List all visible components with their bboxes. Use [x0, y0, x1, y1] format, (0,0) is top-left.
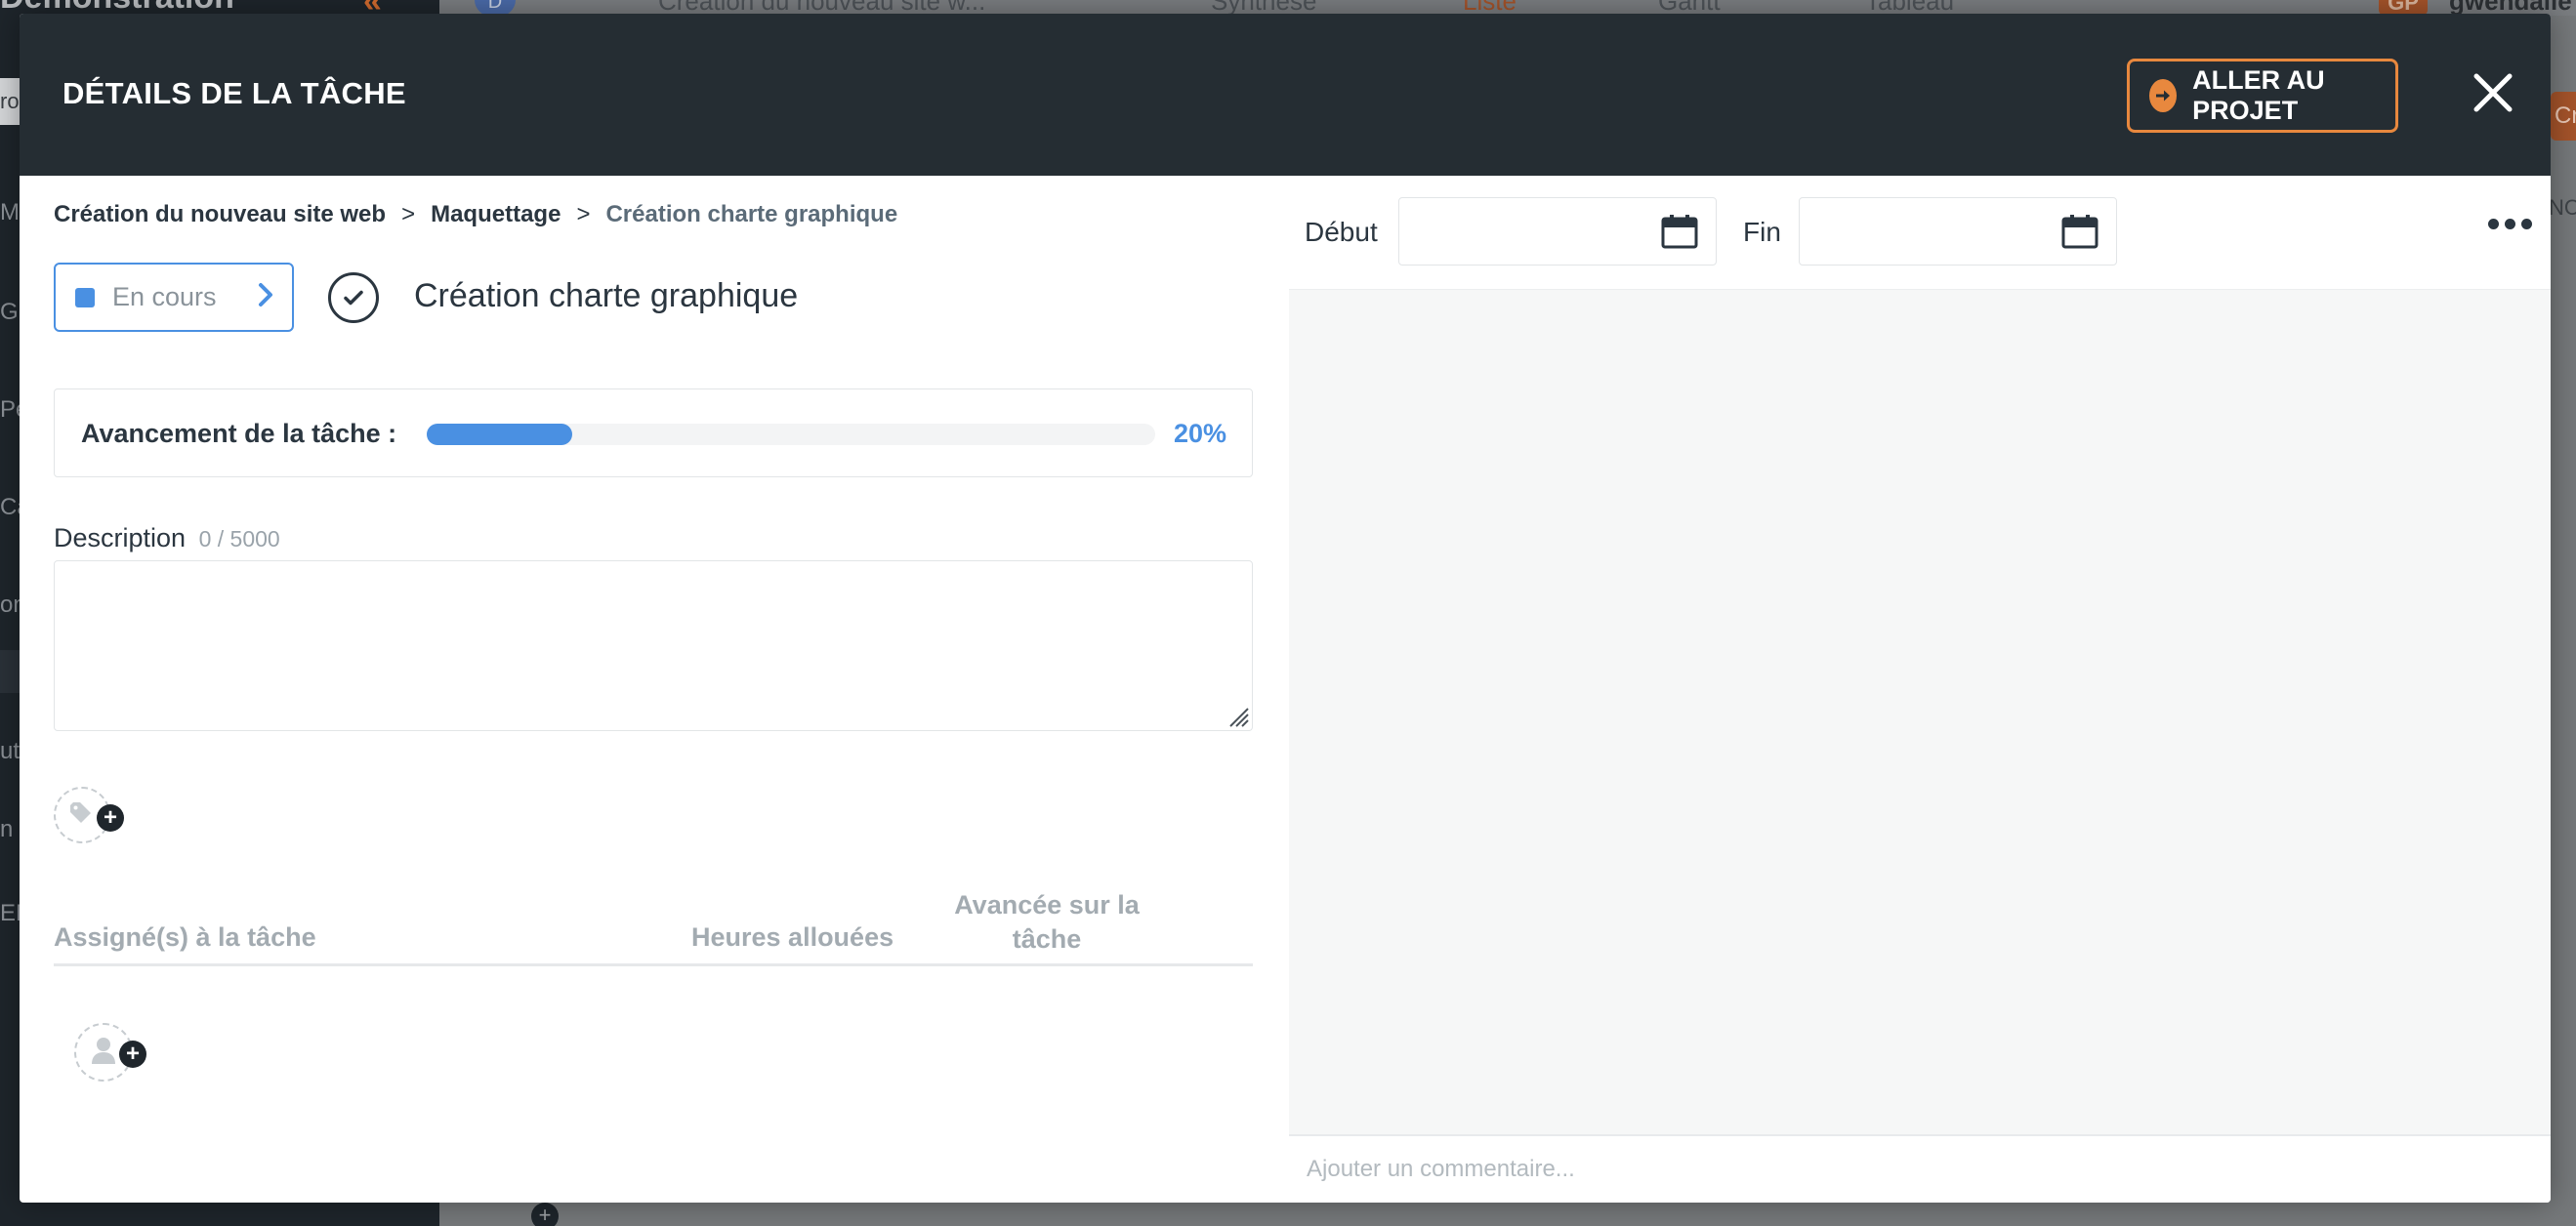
breadcrumb-project[interactable]: Création du nouveau site web	[54, 201, 386, 228]
comments-list[interactable]	[1289, 289, 2551, 1134]
progress-percent: 20%	[1173, 419, 1226, 448]
description-label: Description 0 / 5000	[54, 523, 280, 553]
column-progress: Avancée sur la tâche	[954, 890, 1140, 954]
progress-fill	[427, 424, 573, 445]
progress-label: Avancement de la tâche :	[81, 419, 397, 448]
complete-task-check-icon[interactable]	[328, 272, 379, 323]
breadcrumb: Création du nouveau site web > Maquettag…	[54, 201, 897, 228]
breadcrumb-separator: >	[576, 201, 591, 227]
more-options-icon[interactable]	[2488, 219, 2532, 229]
end-date-label: Fin	[1743, 217, 1781, 247]
background-nav-fragment: n	[0, 816, 14, 842]
background-nav-fragment: M	[0, 199, 20, 225]
calendar-icon	[2061, 214, 2098, 254]
close-icon[interactable]	[2469, 68, 2517, 117]
background-nav-fragment: ro	[0, 78, 20, 125]
more-dot	[2521, 219, 2532, 229]
resize-grip-icon[interactable]	[1223, 701, 1250, 728]
goto-project-label: ALLER AU PROJET	[2192, 65, 2325, 125]
status-label: En cours	[112, 282, 217, 311]
status-color-indicator	[75, 287, 95, 307]
goto-project-button[interactable]: ALLER AU PROJET	[2127, 59, 2398, 133]
tag-icon	[68, 801, 96, 830]
task-side-panel: Début Fin	[1289, 176, 2551, 1203]
chevron-right-icon	[257, 282, 274, 312]
status-button[interactable]: En cours	[54, 263, 294, 332]
background-text-fragment: NC	[2549, 195, 2576, 220]
more-dot	[2488, 219, 2499, 229]
task-title[interactable]: Création charte graphique	[414, 277, 798, 315]
user-icon	[90, 1036, 117, 1070]
start-date-field[interactable]	[1398, 197, 1717, 266]
background-create-button[interactable]: Cré	[2551, 92, 2576, 141]
breadcrumb-phase[interactable]: Maquettage	[431, 201, 561, 228]
task-progress-panel: Avancement de la tâche : 20%	[54, 388, 1253, 477]
breadcrumb-separator: >	[401, 201, 416, 227]
background-nav-fragment: G	[0, 299, 19, 325]
description-char-count: 0 / 5000	[198, 526, 280, 552]
column-hours: Heures allouées	[691, 922, 894, 952]
assignees-table-header: Assigné(s) à la tâche Heures allouées Av…	[54, 879, 1253, 966]
modal-header: DÉTAILS DE LA TÂCHE ALLER AU PROJET	[20, 14, 2551, 176]
progress-slider[interactable]	[427, 424, 1155, 445]
background-add-icon[interactable]: +	[531, 1203, 559, 1226]
start-date-label: Début	[1305, 217, 1378, 247]
more-dot	[2505, 219, 2515, 229]
background-nav-fragment: ut	[0, 738, 21, 764]
task-main-panel: Création du nouveau site web > Maquettag…	[20, 176, 1289, 1203]
end-date-field[interactable]	[1799, 197, 2117, 266]
column-assigned: Assigné(s) à la tâche	[54, 922, 316, 952]
description-label-text: Description	[54, 523, 187, 552]
breadcrumb-task: Création charte graphique	[605, 201, 898, 227]
calendar-icon	[1661, 214, 1698, 254]
plus-icon: +	[97, 804, 124, 832]
modal-title: DÉTAILS DE LA TÂCHE	[62, 76, 406, 110]
plus-icon: +	[119, 1041, 146, 1068]
add-assignee-button[interactable]: +	[74, 1023, 146, 1082]
arrow-right-circle-icon	[2149, 79, 2178, 112]
description-textarea[interactable]	[54, 560, 1253, 731]
task-details-modal: DÉTAILS DE LA TÂCHE ALLER AU PROJET Créa…	[20, 14, 2551, 1203]
comment-input[interactable]	[1289, 1134, 2551, 1203]
add-tag-button[interactable]: +	[54, 787, 124, 843]
